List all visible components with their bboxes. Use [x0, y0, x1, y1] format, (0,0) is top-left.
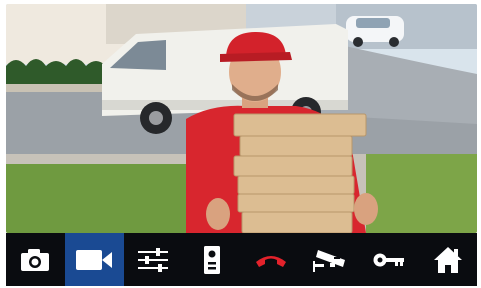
door-panel-button[interactable]: [183, 233, 242, 286]
intercom-panel-icon: [203, 245, 221, 275]
snapshot-button[interactable]: [6, 233, 65, 286]
intercom-screen: [0, 0, 481, 288]
camera-icon: [20, 248, 50, 272]
sliders-icon: [138, 247, 169, 272]
video-camera-icon: [75, 249, 113, 271]
cctv-button[interactable]: [300, 233, 359, 286]
unlock-button[interactable]: [359, 233, 418, 286]
key-icon: [373, 252, 405, 268]
home-icon: [433, 246, 463, 274]
control-toolbar: [6, 233, 477, 286]
camera-feed-scene: [6, 4, 477, 233]
cctv-camera-icon: [312, 247, 348, 273]
record-video-button[interactable]: [64, 233, 124, 286]
camera-feed: [6, 4, 477, 233]
hang-up-button[interactable]: [242, 233, 301, 286]
settings-button[interactable]: [124, 233, 183, 286]
home-button[interactable]: [418, 233, 477, 286]
phone-hangup-icon: [254, 252, 288, 268]
